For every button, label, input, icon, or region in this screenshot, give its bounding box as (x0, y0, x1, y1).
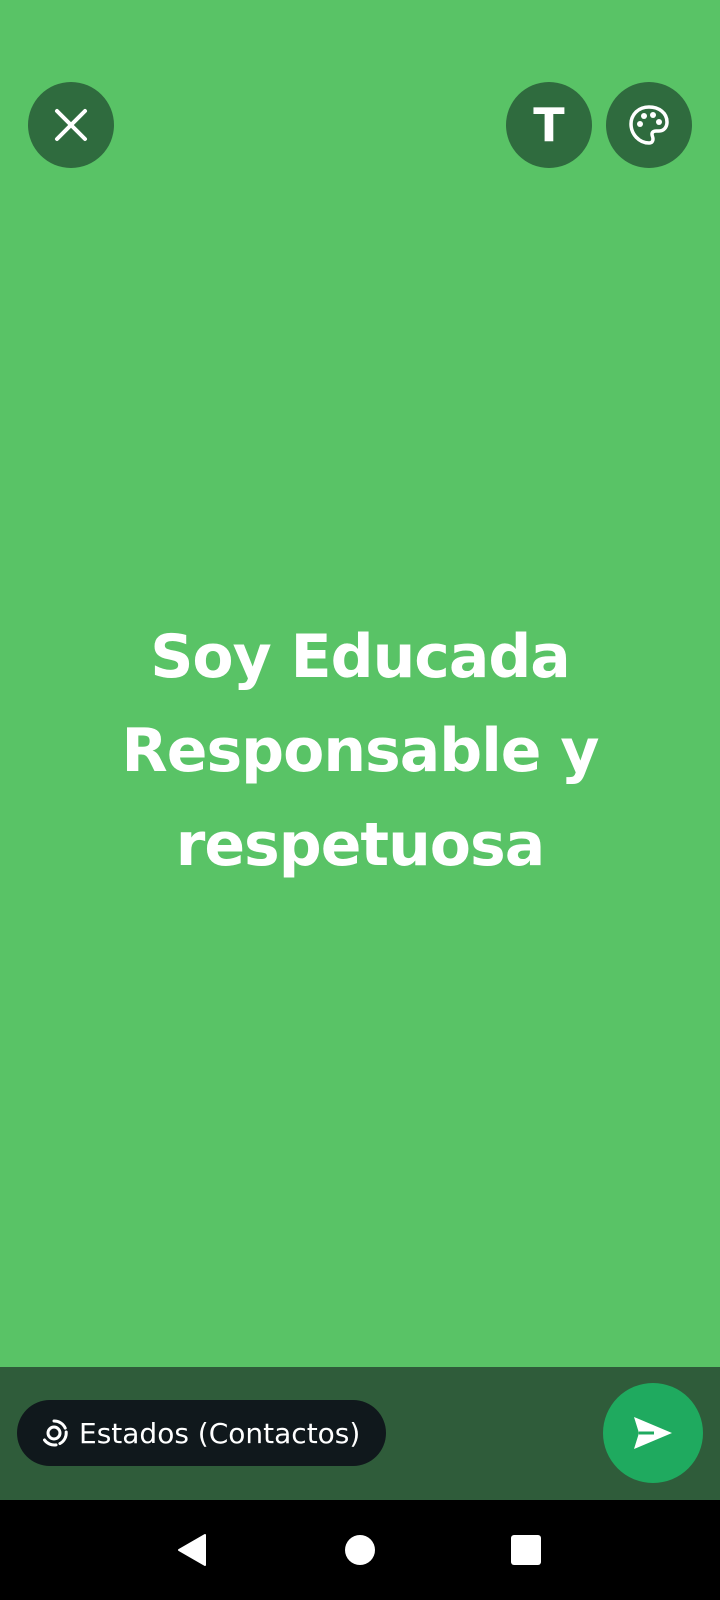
close-icon (55, 109, 87, 141)
status-text[interactable]: Soy Educada Responsable y respetuosa (80, 610, 640, 892)
send-button[interactable] (603, 1383, 703, 1483)
text-style-icon: T (533, 98, 565, 152)
color-palette-button[interactable] (606, 82, 692, 168)
status-ring-icon (39, 1418, 69, 1448)
text-style-button[interactable]: T (506, 82, 592, 168)
palette-icon (629, 105, 669, 145)
audience-label: Estados (Contactos) (79, 1416, 361, 1450)
status-text-line: Responsable y (121, 716, 600, 786)
system-nav-bar (0, 1500, 720, 1600)
bottom-bar: Estados (Contactos) (0, 1367, 720, 1500)
send-icon (634, 1417, 672, 1449)
close-button[interactable] (28, 82, 114, 168)
status-text-line: respetuosa (175, 810, 545, 880)
home-circle-icon (345, 1535, 375, 1565)
nav-back-button[interactable] (172, 1530, 212, 1570)
recents-square-icon (511, 1535, 541, 1565)
status-text-line: Soy Educada (150, 622, 571, 692)
back-triangle-icon (178, 1534, 206, 1566)
nav-home-button[interactable] (340, 1530, 380, 1570)
status-canvas[interactable]: T Soy Educada Responsable y respetuosa (0, 0, 720, 1367)
nav-recents-button[interactable] (506, 1530, 546, 1570)
audience-selector[interactable]: Estados (Contactos) (17, 1400, 387, 1466)
